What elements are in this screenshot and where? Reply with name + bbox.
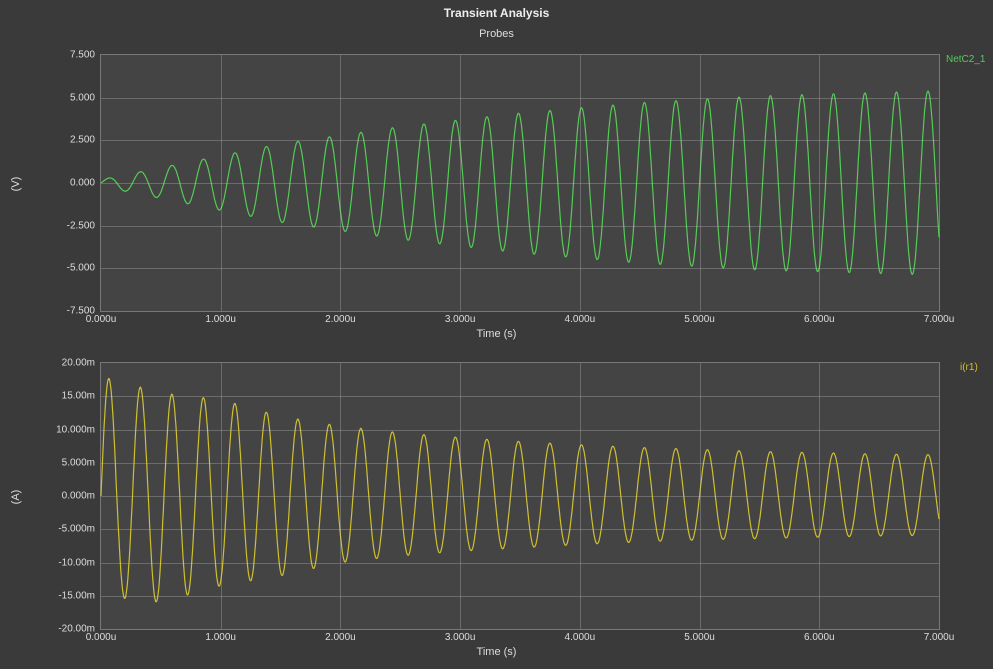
grid-line-h (101, 98, 939, 99)
page-subtitle: Probes (0, 28, 993, 40)
grid-line-h (101, 463, 939, 464)
x-tick-label: 7.000u (924, 314, 955, 325)
x-tick-label: 4.000u (565, 632, 596, 643)
grid-line-v (819, 363, 820, 629)
plot-panel-ir1: (A) -20.00m-15.00m-10.00m-5.000m0.000m5.… (0, 352, 993, 662)
grid-line-v (700, 55, 701, 311)
y-tick-label: 15.00m (62, 391, 95, 402)
y-tick-label: 5.000m (62, 457, 95, 468)
grid-line-h (101, 596, 939, 597)
x-tick-label: 0.000u (86, 632, 117, 643)
x-tick-label: 1.000u (205, 632, 236, 643)
grid-line-h (101, 268, 939, 269)
grid-line-v (460, 363, 461, 629)
x-tick-label: 1.000u (205, 314, 236, 325)
plot-panel-netc2_1: (V) -7.500-5.000-2.5000.0002.5005.0007.5… (0, 44, 993, 344)
x-tick-label: 5.000u (684, 632, 715, 643)
y-tick-label: 2.500 (70, 135, 95, 146)
y-tick-label: -2.500 (67, 220, 95, 231)
x-tick-label: 0.000u (86, 314, 117, 325)
legend-netc2_1: NetC2_1 (946, 54, 985, 65)
grid-line-v (340, 55, 341, 311)
x-tick-label: 6.000u (804, 314, 835, 325)
grid-line-v (340, 363, 341, 629)
plot-area-bottom[interactable]: -20.00m-15.00m-10.00m-5.000m0.000m5.000m… (100, 362, 940, 630)
y-axis-label-top: (V) (10, 177, 22, 192)
y-tick-label: 0.000 (70, 178, 95, 189)
grid-line-v (819, 55, 820, 311)
legend-ir1: i(r1) (960, 362, 978, 373)
grid-line-v (221, 55, 222, 311)
y-tick-label: -10.00m (58, 557, 95, 568)
page-title: Transient Analysis (0, 6, 993, 20)
analysis-page: Transient Analysis Probes (V) -7.500-5.0… (0, 0, 993, 669)
y-axis-label-bottom: (A) (10, 490, 22, 505)
grid-line-h (101, 430, 939, 431)
grid-line-v (580, 55, 581, 311)
x-tick-label: 3.000u (445, 314, 476, 325)
x-tick-label: 2.000u (325, 314, 356, 325)
x-axis-label-top: Time (s) (0, 328, 993, 340)
x-tick-label: 5.000u (684, 314, 715, 325)
y-tick-label: 20.00m (62, 358, 95, 369)
grid-line-h (101, 563, 939, 564)
x-tick-label: 6.000u (804, 632, 835, 643)
x-tick-label: 2.000u (325, 632, 356, 643)
x-tick-label: 4.000u (565, 314, 596, 325)
grid-line-v (221, 363, 222, 629)
grid-line-h (101, 396, 939, 397)
y-tick-label: -5.000 (67, 263, 95, 274)
x-tick-label: 7.000u (924, 632, 955, 643)
y-tick-label: 5.000 (70, 92, 95, 103)
y-tick-label: -15.00m (58, 590, 95, 601)
x-axis-label-bottom: Time (s) (0, 646, 993, 658)
y-tick-label: -5.000m (58, 524, 95, 535)
grid-line-h (101, 496, 939, 497)
plot-area-top[interactable]: -7.500-5.000-2.5000.0002.5005.0007.5000.… (100, 54, 940, 312)
grid-line-h (101, 140, 939, 141)
grid-line-h (101, 529, 939, 530)
grid-line-v (460, 55, 461, 311)
grid-line-h (101, 183, 939, 184)
grid-line-h (101, 226, 939, 227)
grid-line-v (580, 363, 581, 629)
y-tick-label: 0.000m (62, 491, 95, 502)
y-tick-label: 7.500 (70, 50, 95, 61)
grid-line-v (700, 363, 701, 629)
y-tick-label: 10.000m (56, 424, 95, 435)
x-tick-label: 3.000u (445, 632, 476, 643)
